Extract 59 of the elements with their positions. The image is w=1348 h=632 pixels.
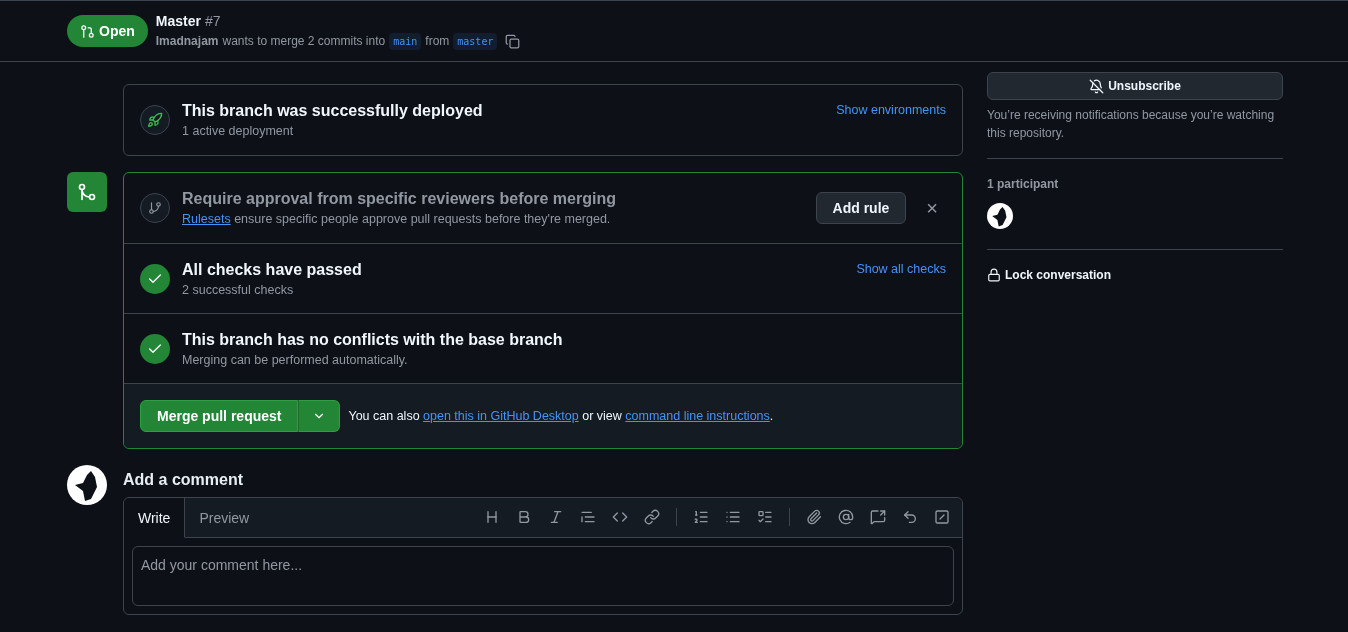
lock-conversation-link[interactable]: Lock conversation xyxy=(987,268,1283,282)
copy-icon[interactable] xyxy=(505,33,521,49)
merge-summary: wants to merge 2 commits into xyxy=(222,34,386,48)
quote-icon[interactable] xyxy=(580,509,596,525)
check-subtitle: 2 successful checks xyxy=(182,282,295,297)
mention-icon[interactable] xyxy=(838,509,854,525)
show-checks-link[interactable]: Show all checks xyxy=(856,262,946,276)
merge-options-button[interactable] xyxy=(298,400,341,432)
lock-icon xyxy=(987,268,1001,282)
code-icon[interactable] xyxy=(612,509,628,525)
branch-label[interactable]: master xyxy=(453,32,498,50)
bell-off-icon xyxy=(1089,78,1105,94)
rule-title: Require approval from specific reviewers before merging xyxy=(182,190,617,208)
rocket-icon xyxy=(140,105,170,135)
merge-button[interactable]: Merge pull request xyxy=(140,400,299,432)
reference-icon[interactable] xyxy=(870,509,886,525)
check-icon xyxy=(140,333,170,364)
show-environments-link[interactable]: Show environments xyxy=(836,103,946,117)
slash-command-icon[interactable] xyxy=(934,509,950,525)
check-title: All checks have passed xyxy=(182,260,363,279)
participants-label: 1 participant xyxy=(987,177,1060,191)
avatar xyxy=(987,203,1013,229)
task-list-icon[interactable] xyxy=(757,509,773,525)
check-icon xyxy=(140,263,170,294)
paperclip-icon[interactable] xyxy=(806,509,822,525)
dismiss-button[interactable]: × xyxy=(918,196,946,220)
heading-icon[interactable] xyxy=(484,509,500,525)
avatar xyxy=(67,465,107,505)
reply-icon[interactable] xyxy=(902,509,918,525)
unsubscribe-button[interactable]: Unsubscribe xyxy=(987,72,1283,100)
editor-tab[interactable]: Preview xyxy=(185,498,265,538)
check-subtitle: Merging can be performed automatically. xyxy=(182,352,409,367)
branch-icon xyxy=(140,193,170,223)
merge-icon xyxy=(67,172,107,212)
command-line-link[interactable]: command line instructions xyxy=(625,409,770,423)
author-name: Imadnajam xyxy=(155,34,219,48)
add-rule-button[interactable]: Add rule xyxy=(815,192,907,224)
numbered-list-icon[interactable] xyxy=(693,509,709,525)
merge-hint: You can also open this in GitHub Desktop or view command line instructions. xyxy=(348,409,774,423)
comment-heading: Add a comment xyxy=(123,471,244,489)
rulesets-link[interactable]: Rulesets xyxy=(182,212,231,226)
bulleted-list-icon[interactable] xyxy=(725,509,741,525)
editor-tab[interactable]: Write xyxy=(124,498,186,538)
from-text: from xyxy=(425,34,450,48)
bold-icon[interactable] xyxy=(516,509,532,525)
deployment-subtitle: 1 active deployment xyxy=(182,124,295,138)
desktop-link[interactable]: open this in GitHub Desktop xyxy=(423,409,579,423)
notification-notice: You’re receiving notifications because you’re watching this repository. xyxy=(987,106,1283,159)
branch-label[interactable]: main xyxy=(389,32,422,50)
link-icon[interactable] xyxy=(644,509,660,525)
check-title: This branch has no conflicts with the base branch xyxy=(182,330,564,349)
state-label: Open xyxy=(99,23,135,39)
pull-request-title: Master xyxy=(155,12,201,29)
rule-description: Rulesets ensure specific people approve pull requests before they're merged. xyxy=(182,212,612,226)
italic-icon[interactable] xyxy=(548,509,564,525)
comment-input[interactable]: Add your comment here... xyxy=(132,546,954,606)
pull-request-number: #7 xyxy=(204,12,221,29)
deployment-title: This branch was successfully deployed xyxy=(182,102,484,120)
pull-request-icon xyxy=(80,23,95,39)
